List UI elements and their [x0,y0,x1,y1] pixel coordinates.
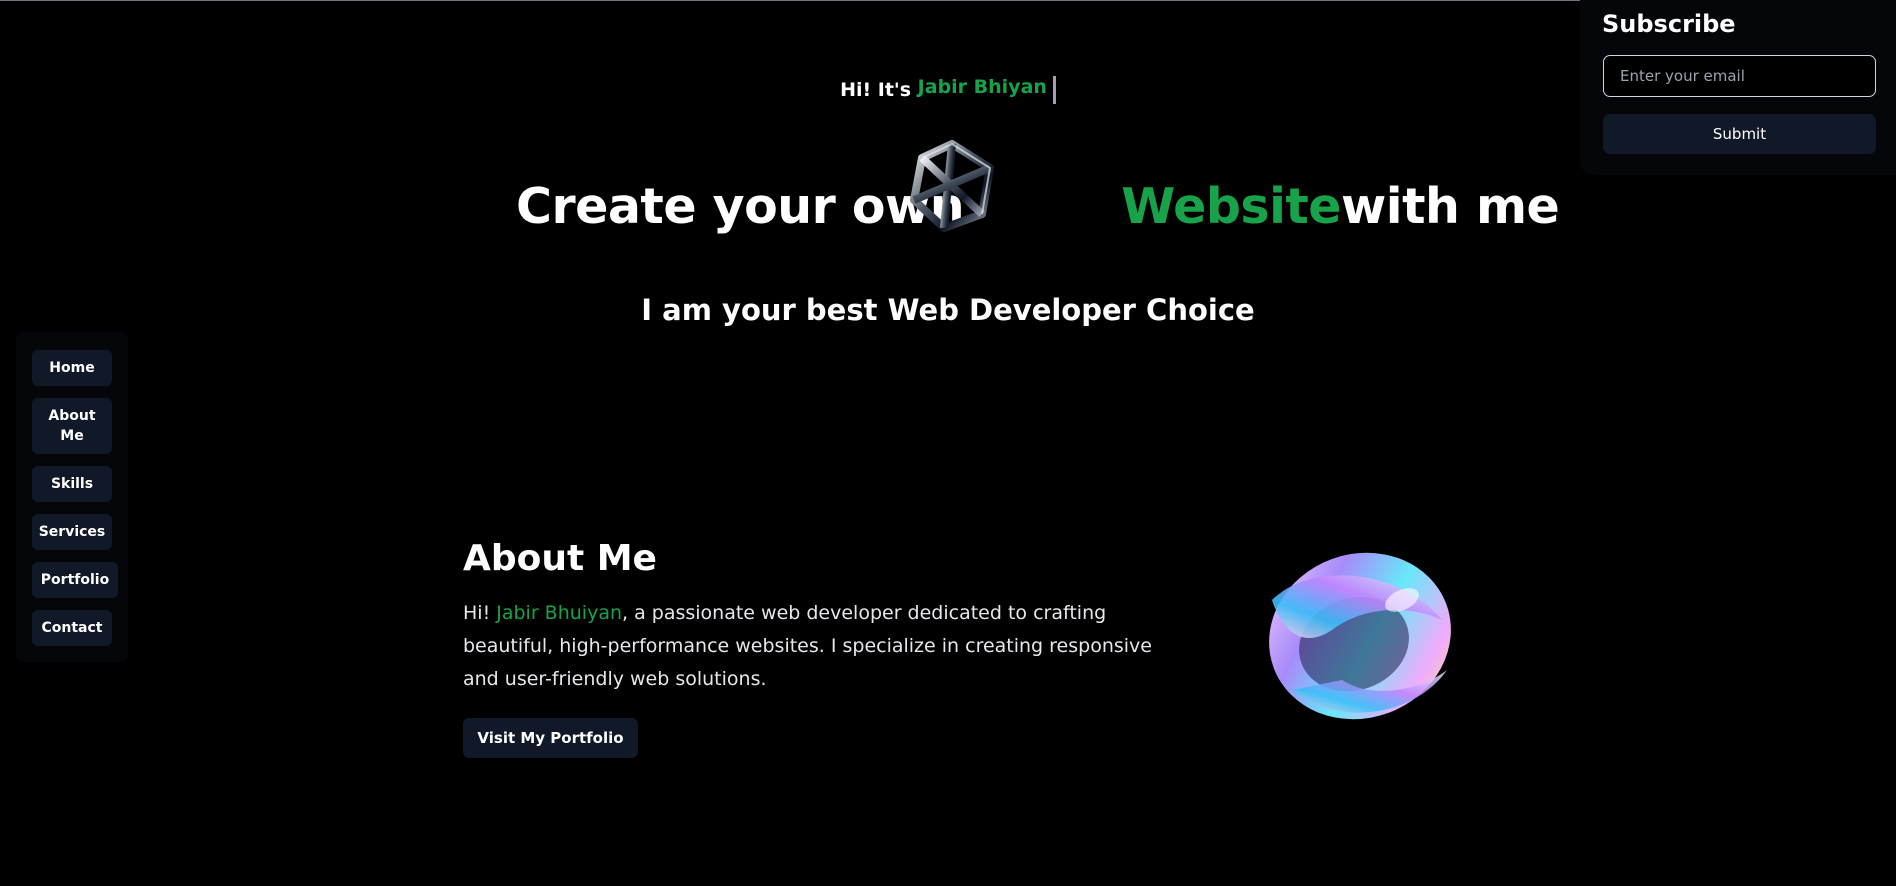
about-title: About Me [463,538,657,579]
subscribe-title: Subscribe [1602,10,1736,38]
about-name: Jabir Bhuiyan [496,602,622,624]
about-description: Hi! Jabir Bhuiyan, a passionate web deve… [463,597,1163,696]
sidebar-item-contact[interactable]: Contact [32,610,112,646]
sidebar-item-about-me[interactable]: About Me [32,398,112,454]
subscribe-panel: Subscribe Submit [1580,0,1896,175]
sidebar-nav: Home About Me Skills Services Portfolio … [16,332,128,662]
greeting-prefix: Hi! It's [840,79,912,101]
submit-button[interactable]: Submit [1603,114,1876,154]
headline-after: with me [1341,178,1560,235]
hero-headline: Create your own Websitewith me [516,178,1560,235]
email-field[interactable] [1603,55,1876,97]
visit-portfolio-button[interactable]: Visit My Portfolio [463,718,638,758]
typing-cursor [1052,76,1056,104]
headline-highlight: Website [1121,178,1342,235]
sidebar-item-portfolio[interactable]: Portfolio [32,562,118,598]
about-text-prefix: Hi! [463,602,497,624]
hero-subheadline: I am your best Web Developer Choice [641,293,1255,327]
sidebar-item-skills[interactable]: Skills [32,466,112,502]
sidebar-item-home[interactable]: Home [32,350,112,386]
greeting-name: Jabir Bhiyan [917,76,1047,98]
chrome-knot-3d-icon [910,140,994,232]
headline-before: Create your own [516,178,965,235]
sidebar-item-services[interactable]: Services [32,514,112,550]
iridescent-torus-3d-image [1269,552,1451,720]
